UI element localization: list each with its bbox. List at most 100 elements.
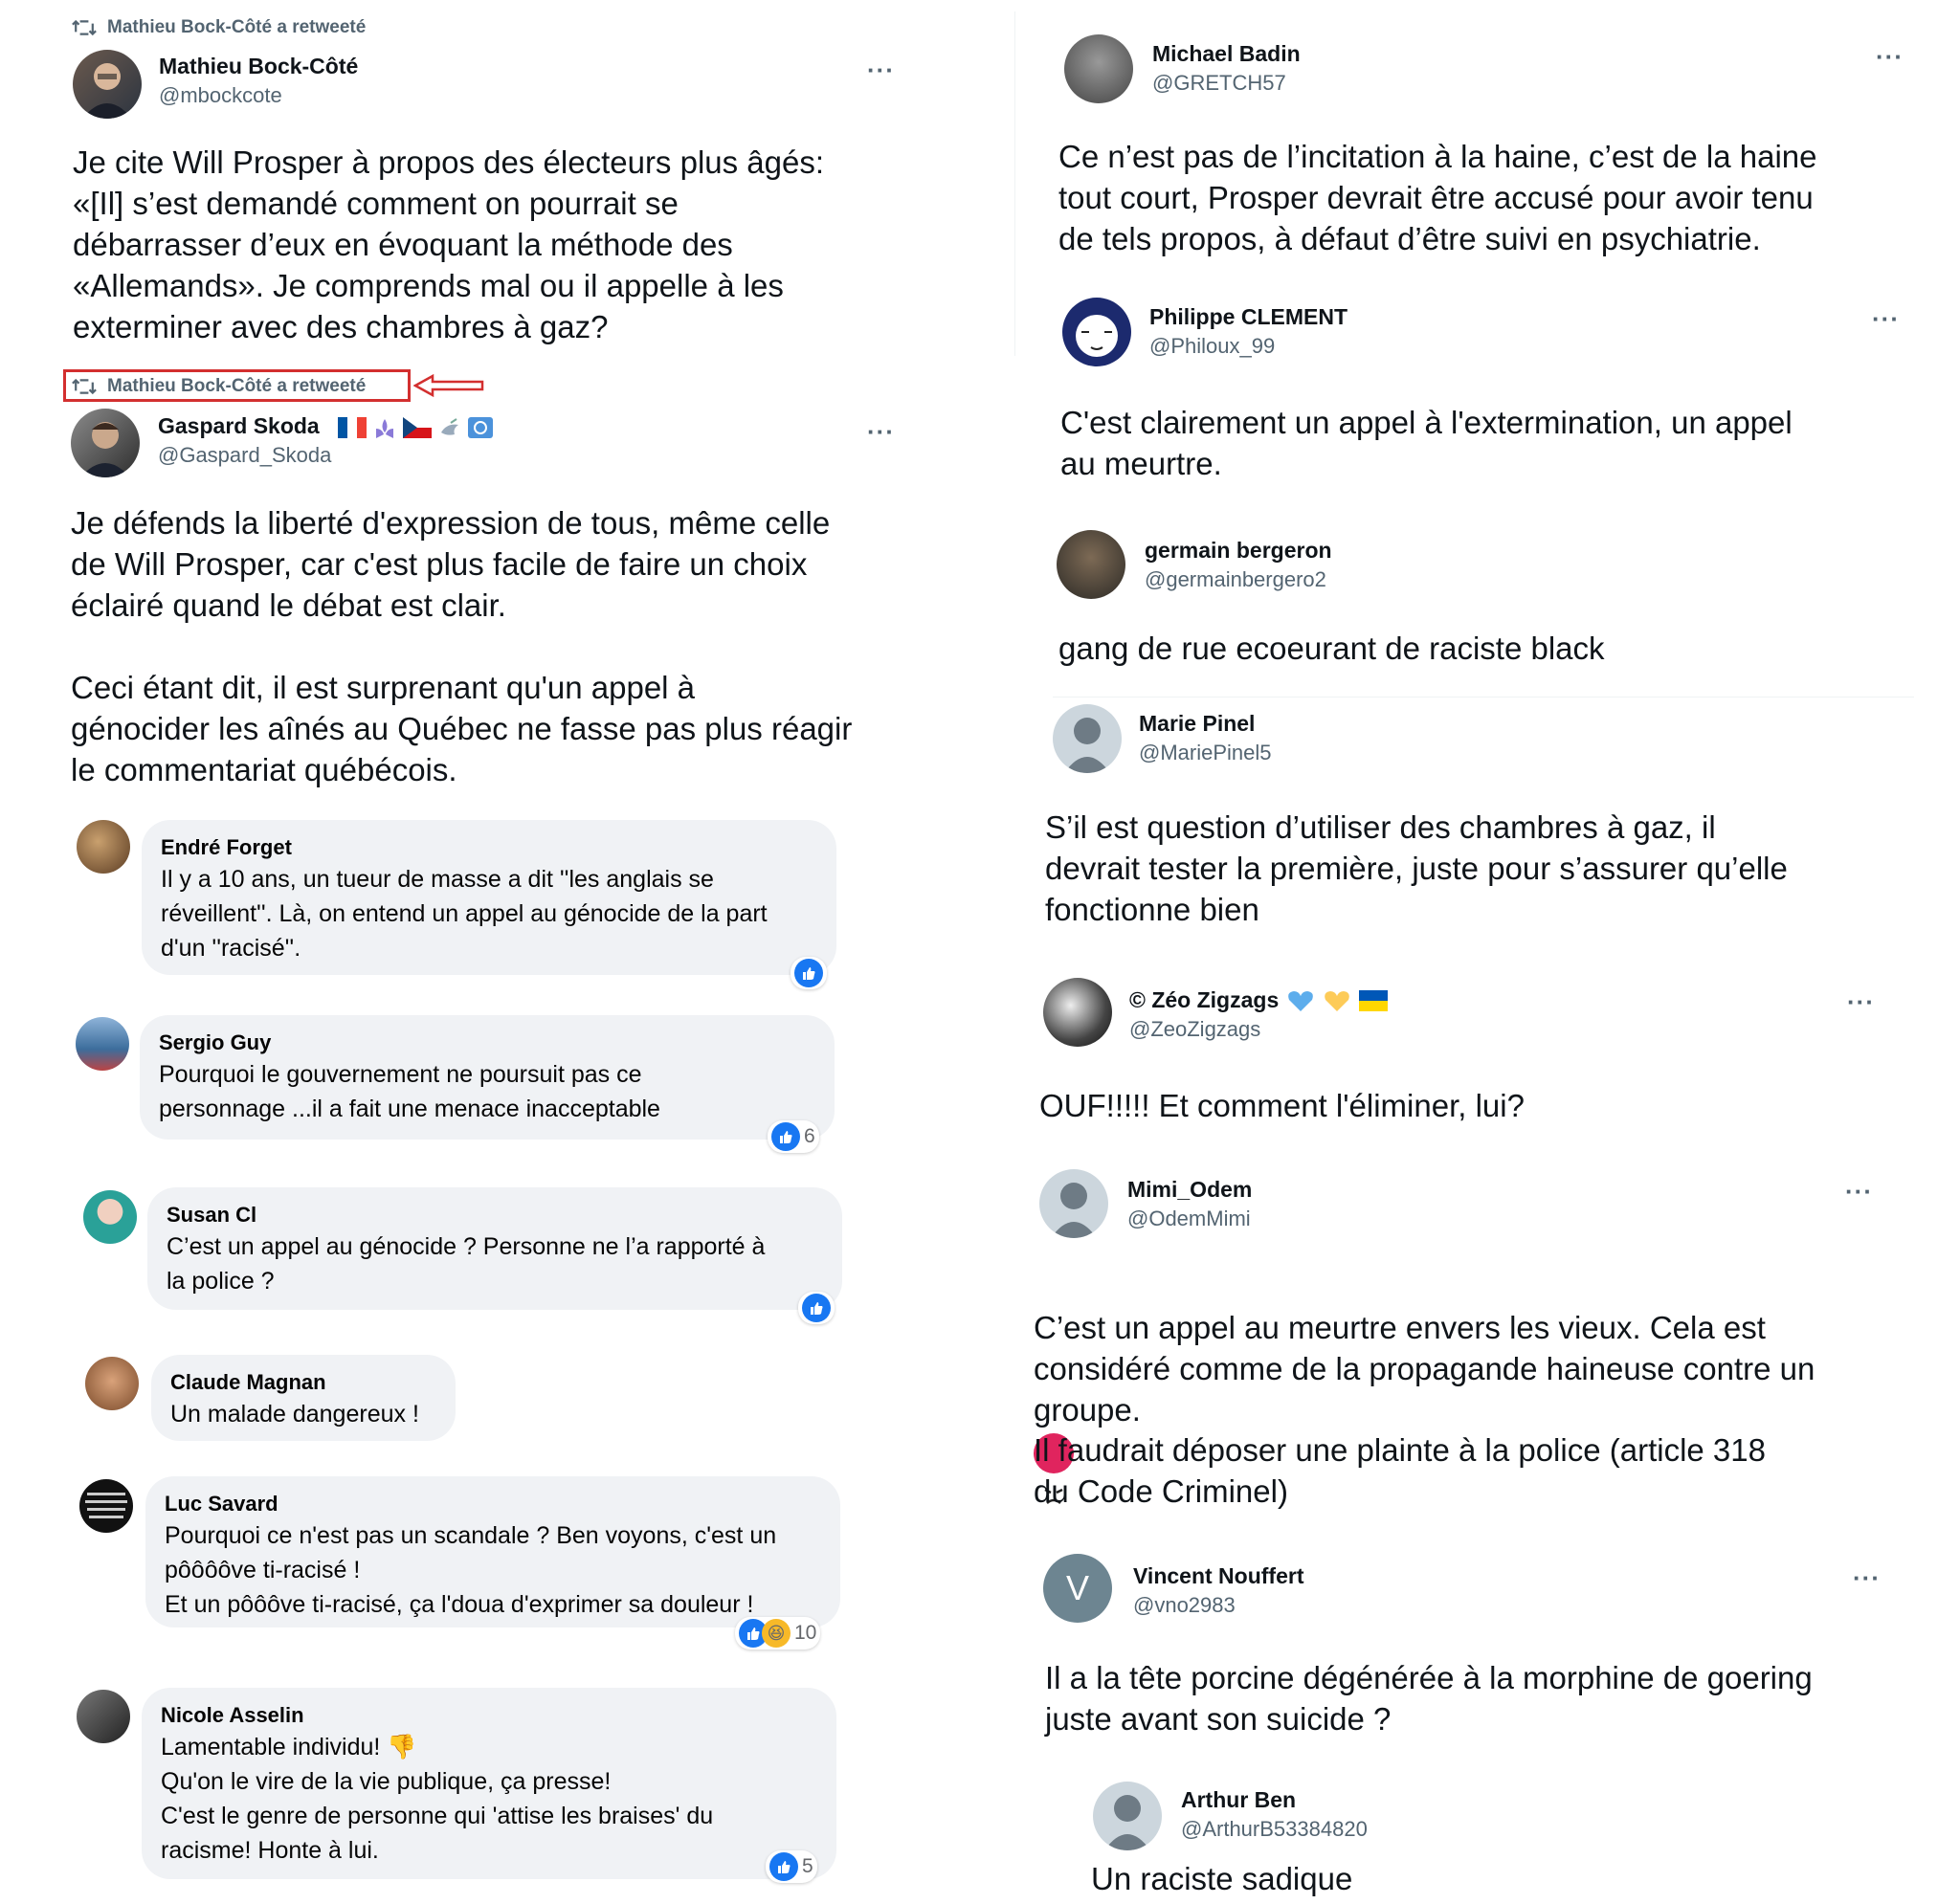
author-name[interactable]: Michael Badin xyxy=(1152,41,1301,67)
reaction-count: 6 xyxy=(804,1125,815,1147)
more-options-icon[interactable]: ··· xyxy=(1845,1179,1873,1204)
comment-bubble: Claude Magnan Un malade dangereux ! xyxy=(151,1355,456,1441)
reply-avatar[interactable] xyxy=(1064,34,1133,103)
comment-bubble: Luc Savard Pourquoi ce n'est pas un scan… xyxy=(145,1476,840,1627)
comment-text: C’est un appel au génocide ? Personne ne… xyxy=(167,1233,766,1295)
more-options-icon[interactable]: ··· xyxy=(867,57,895,82)
flag-emojis xyxy=(338,417,493,442)
author-name-text: © Zéo Zigzags xyxy=(1129,987,1280,1012)
more-options-icon[interactable]: ··· xyxy=(1847,989,1875,1014)
reaction-count: 10 xyxy=(794,1622,817,1644)
thumbs-up-icon xyxy=(769,1852,798,1881)
avatar-letter: V xyxy=(1065,1568,1089,1607)
default-avatar-icon[interactable] xyxy=(1093,1782,1162,1850)
reply-text-paragraph-2: Il faudrait déposer une plainte à la pol… xyxy=(1034,1432,1766,1509)
author-name[interactable]: Vincent Nouffert xyxy=(1133,1563,1303,1589)
author-handle[interactable]: @GRETCH57 xyxy=(1152,71,1286,96)
person-photo-icon xyxy=(82,63,132,119)
commenter-name[interactable]: Susan Cl xyxy=(167,1201,823,1229)
comment-text: Lamentable individu! 👎 Qu'on le vire de … xyxy=(161,1734,714,1864)
tweet-text-paragraph-1: Je défends la liberté d'expression de to… xyxy=(71,505,831,623)
author-name-text: Gaspard Skoda xyxy=(158,413,320,438)
un-flag-icon xyxy=(468,417,493,438)
red-arrow-icon xyxy=(413,374,484,397)
reaction-badge[interactable] xyxy=(791,957,827,989)
retweet-label: Mathieu Bock-Côté a retweeté xyxy=(107,17,367,37)
author-handle[interactable]: @vno2983 xyxy=(1133,1593,1236,1618)
comment-bubble: Nicole Asselin Lamentable individu! 👎 Qu… xyxy=(142,1688,836,1879)
reply-text: OUF!!!!! Et comment l'éliminer, lui? xyxy=(1039,1088,1525,1123)
more-options-icon[interactable]: ··· xyxy=(1853,1565,1881,1590)
author-handle[interactable]: @germainbergero2 xyxy=(1145,567,1326,592)
reply-avatar[interactable] xyxy=(1043,978,1112,1047)
comment-text: Un malade dangereux ! xyxy=(170,1401,419,1428)
comment-text: Pourquoi ce n'est pas un scandale ? Ben … xyxy=(165,1522,777,1618)
commenter-name[interactable]: Sergio Guy xyxy=(159,1029,815,1057)
avatar-gaspard-skoda[interactable] xyxy=(71,409,140,477)
haha-reaction-icon: 😆 xyxy=(762,1619,791,1648)
retweet-label: Mathieu Bock-Côté a retweeté xyxy=(107,376,367,396)
reply-avatar[interactable] xyxy=(1057,530,1125,599)
reaction-badge[interactable]: 6 xyxy=(768,1120,819,1153)
author-name[interactable]: Gaspard Skoda xyxy=(158,413,493,439)
more-options-icon[interactable]: ··· xyxy=(1872,306,1900,331)
reaction-count: 5 xyxy=(802,1855,813,1877)
person-silhouette-icon xyxy=(1051,1183,1097,1238)
comment-bubble: Susan Cl C’est un appel au génocide ? Pe… xyxy=(147,1187,842,1310)
default-avatar-icon[interactable] xyxy=(1053,704,1122,773)
column-divider xyxy=(1014,11,1015,356)
commenter-avatar[interactable] xyxy=(77,820,130,874)
retweet-icon xyxy=(72,378,97,395)
reply-avatar[interactable] xyxy=(1062,298,1131,366)
author-name[interactable]: Arthur Ben xyxy=(1181,1787,1296,1813)
comment-text: Pourquoi le gouvernement ne poursuit pas… xyxy=(159,1061,660,1122)
default-avatar-icon[interactable] xyxy=(1039,1169,1108,1238)
author-handle[interactable]: @MariePinel5 xyxy=(1139,741,1272,765)
dove-icon xyxy=(441,418,458,435)
reply-text: Un raciste sadique xyxy=(1091,1861,1353,1896)
person-silhouette-icon xyxy=(1064,718,1110,773)
more-options-icon[interactable]: ··· xyxy=(1876,44,1904,69)
france-flag-icon xyxy=(338,417,367,438)
reaction-badge[interactable]: 😆 10 xyxy=(735,1617,821,1649)
author-name[interactable]: © Zéo Zigzags xyxy=(1129,987,1389,1013)
author-name[interactable]: Mathieu Bock-Côté xyxy=(159,54,358,79)
author-name[interactable]: Mimi_Odem xyxy=(1127,1177,1252,1203)
author-name[interactable]: germain bergeron xyxy=(1145,538,1332,564)
author-handle[interactable]: @ArthurB53384820 xyxy=(1181,1817,1368,1842)
yellow-heart-icon xyxy=(1325,990,1350,1011)
thumbs-up-icon xyxy=(802,1294,831,1322)
author-name[interactable]: Philippe CLEMENT xyxy=(1149,304,1348,330)
commenter-name[interactable]: Endré Forget xyxy=(161,833,817,862)
letter-avatar[interactable]: V xyxy=(1043,1554,1112,1623)
reply-text: S’il est question d’utiliser des chambre… xyxy=(1045,809,1788,927)
author-handle[interactable]: @OdemMimi xyxy=(1127,1207,1251,1231)
author-handle[interactable]: @ZeoZigzags xyxy=(1129,1017,1260,1042)
comment-bubble: Endré Forget Il y a 10 ans, un tueur de … xyxy=(142,820,836,975)
text-image-icon xyxy=(85,1493,127,1518)
author-handle[interactable]: @mbockcote xyxy=(159,83,282,108)
person-silhouette-icon xyxy=(1104,1795,1150,1850)
commenter-name[interactable]: Claude Magnan xyxy=(170,1368,436,1397)
more-options-icon[interactable]: ··· xyxy=(867,419,895,444)
blue-heart-icon xyxy=(1288,990,1314,1011)
commenter-avatar[interactable] xyxy=(79,1479,133,1533)
thumbs-up-icon xyxy=(771,1122,800,1151)
avatar-mbockcote[interactable] xyxy=(73,50,142,119)
reaction-badge[interactable] xyxy=(798,1292,835,1324)
commenter-avatar[interactable] xyxy=(83,1190,137,1244)
drawn-face-icon xyxy=(1076,315,1118,357)
reaction-badge[interactable]: 5 xyxy=(766,1850,817,1883)
fleur-de-lis-icon xyxy=(376,419,393,438)
commenter-avatar[interactable] xyxy=(76,1017,129,1071)
retweet-indicator: Mathieu Bock-Côté a retweeté xyxy=(71,17,366,38)
person-photo-icon xyxy=(80,422,130,477)
commenter-avatar[interactable] xyxy=(77,1690,130,1743)
commenter-name[interactable]: Nicole Asselin xyxy=(161,1701,817,1730)
commenter-name[interactable]: Luc Savard xyxy=(165,1490,821,1518)
reply-text-line: C’est un appel au meurtre envers les vie… xyxy=(1034,1310,1815,1428)
commenter-avatar[interactable] xyxy=(85,1357,139,1410)
author-handle[interactable]: @Gaspard_Skoda xyxy=(158,443,331,468)
author-handle[interactable]: @Philoux_99 xyxy=(1149,334,1275,359)
author-name[interactable]: Marie Pinel xyxy=(1139,711,1255,737)
